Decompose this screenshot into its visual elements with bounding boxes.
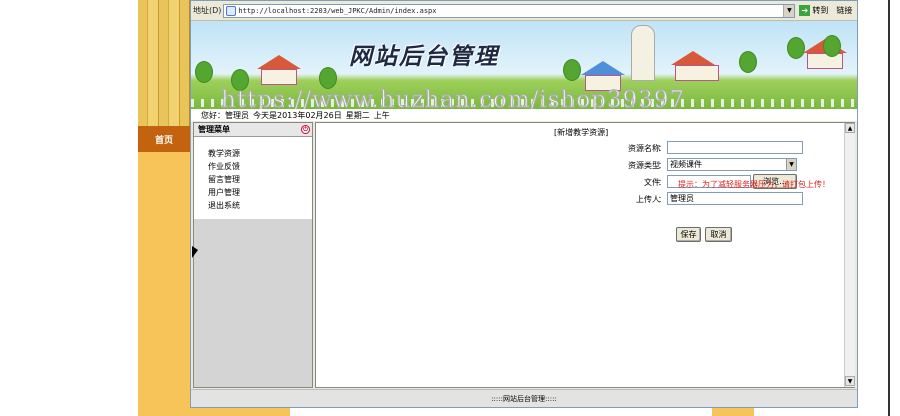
go-button[interactable]: ➔ 转到	[799, 5, 828, 16]
left-yellow-panel	[138, 152, 190, 416]
browser-window: 地址(D) http://localhost:2203/web_JPKC/Adm…	[190, 0, 858, 408]
right-divider	[888, 0, 890, 416]
weekday-text: 星期二	[345, 110, 370, 120]
info-bar: 您好：管理员 今天是2013年02月26日 星期二 上午	[191, 109, 857, 121]
resource-type-value: 视频课件	[670, 160, 702, 169]
page-icon	[226, 5, 237, 16]
page-background	[0, 0, 138, 416]
menu-header-label: 管理菜单	[198, 125, 230, 134]
tree-illustration	[195, 61, 213, 83]
menu-item-logout[interactable]: 退出系统	[208, 199, 312, 212]
menu-item-resources[interactable]: 教学资源	[208, 147, 312, 160]
date-text: 今天是2013年02月26日	[253, 110, 342, 120]
uploader-colon: ：	[658, 195, 666, 204]
address-bar: 地址(D) http://localhost:2203/web_JPKC/Adm…	[191, 1, 857, 21]
home-tab[interactable]: 首页	[138, 126, 190, 152]
ampm-text: 上午	[373, 110, 390, 120]
bottom-yellow-right	[712, 408, 754, 416]
save-button[interactable]: 保存	[676, 227, 701, 242]
chevron-down-icon[interactable]: ▼	[786, 159, 796, 170]
banner: 网站后台管理 https://www.huzhan.com/ishop39397	[191, 21, 857, 117]
menu-item-homework[interactable]: 作业反馈	[208, 160, 312, 173]
uploader-input[interactable]	[667, 192, 803, 205]
scroll-up-icon[interactable]: ▲	[845, 123, 855, 133]
links-button[interactable]: 链接	[836, 5, 852, 16]
admin-menu: 管理菜单 ⏻ 教学资源 作业反馈 留言管理 用户管理 退出系统	[193, 122, 313, 388]
tree-illustration	[739, 51, 757, 73]
menu-list: 教学资源 作业反馈 留言管理 用户管理 退出系统	[194, 137, 312, 219]
file-colon: ：	[658, 178, 666, 187]
menu-item-messages[interactable]: 留言管理	[208, 173, 312, 186]
resource-type-select[interactable]: 视频课件 ▼	[667, 158, 797, 171]
cancel-button[interactable]: 取消	[705, 227, 732, 242]
go-label: 转到	[812, 6, 829, 15]
upload-hint: 提示：为了减轻服务器压力，请打包上传！	[678, 180, 830, 189]
greeting-text: 您好：管理员	[201, 110, 249, 120]
home-tab-label: 首页	[154, 135, 173, 146]
chevron-down-icon[interactable]: ▼	[783, 4, 795, 17]
footer-text: :::::网站后台管理:::::	[491, 394, 557, 403]
type-label: 资源类型	[628, 161, 660, 170]
collapse-icon[interactable]: ⏻	[301, 125, 310, 134]
right-strip	[884, 0, 900, 416]
uploader-label: 上传人	[636, 195, 660, 204]
scroll-down-icon[interactable]: ▼	[845, 376, 855, 386]
file-label: 文件	[644, 178, 660, 187]
name-colon: ：	[658, 144, 666, 153]
go-arrow-icon: ➔	[799, 5, 811, 16]
mouse-cursor-icon	[192, 246, 198, 258]
tree-illustration	[563, 59, 581, 81]
address-url[interactable]: http://localhost:2203/web_JPKC/Admin/ind…	[238, 7, 783, 15]
footer: :::::网站后台管理:::::	[191, 389, 857, 407]
address-field[interactable]: http://localhost:2203/web_JPKC/Admin/ind…	[223, 3, 796, 18]
form-title: [新增教学资源]	[554, 128, 609, 137]
tree-illustration	[319, 67, 337, 89]
address-label: 地址(D)	[193, 6, 222, 15]
type-colon: ：	[658, 161, 666, 170]
wood-panel	[138, 0, 190, 126]
main-content: [新增教学资源] 资源名称 ： 资源类型 ： 视频课件 ▼ 文件 ： 浏览...…	[315, 122, 855, 388]
bottom-yellow-left	[190, 408, 290, 416]
menu-header: 管理菜单 ⏻	[194, 123, 312, 137]
house-illustration	[257, 55, 301, 85]
tower-illustration	[631, 25, 655, 81]
resource-name-input[interactable]	[667, 141, 803, 154]
banner-title: 网站后台管理	[349, 43, 499, 70]
menu-item-users[interactable]: 用户管理	[208, 186, 312, 199]
vertical-scrollbar[interactable]: ▲ ▼	[844, 123, 855, 387]
tree-illustration	[787, 37, 805, 59]
house-illustration	[671, 51, 719, 81]
name-label: 资源名称	[628, 144, 660, 153]
tree-illustration	[823, 35, 841, 57]
